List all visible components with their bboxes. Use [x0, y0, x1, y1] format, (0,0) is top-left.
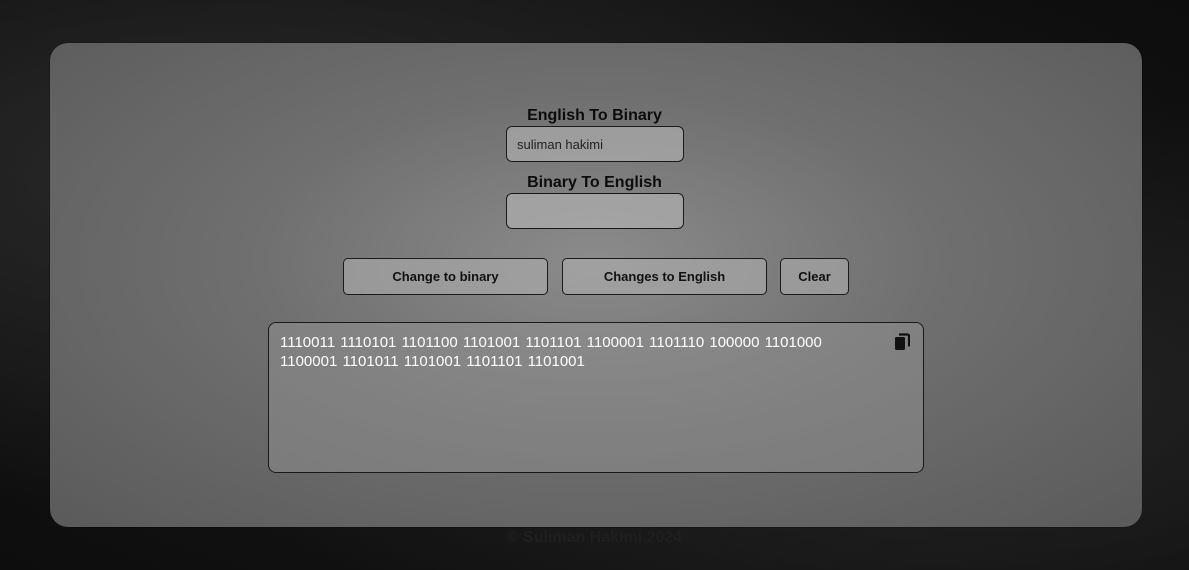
output-text: 1110011 1110101 1101100 1101001 1101101 … — [280, 334, 822, 370]
output-box: 1110011 1110101 1101100 1101001 1101101 … — [268, 322, 924, 473]
change-to-binary-button[interactable]: Change to binary — [343, 258, 548, 295]
change-to-english-button[interactable]: Changes to English — [562, 258, 767, 295]
clear-button[interactable]: Clear — [780, 258, 849, 295]
copy-icon[interactable] — [894, 333, 910, 351]
footer-copyright: © Suliman Hakimi 2024 — [506, 529, 683, 546]
binary-input[interactable] — [506, 193, 684, 229]
binary-to-english-label: Binary To English — [527, 174, 662, 191]
english-to-binary-label: English To Binary — [527, 107, 662, 124]
english-input[interactable] — [506, 126, 684, 162]
